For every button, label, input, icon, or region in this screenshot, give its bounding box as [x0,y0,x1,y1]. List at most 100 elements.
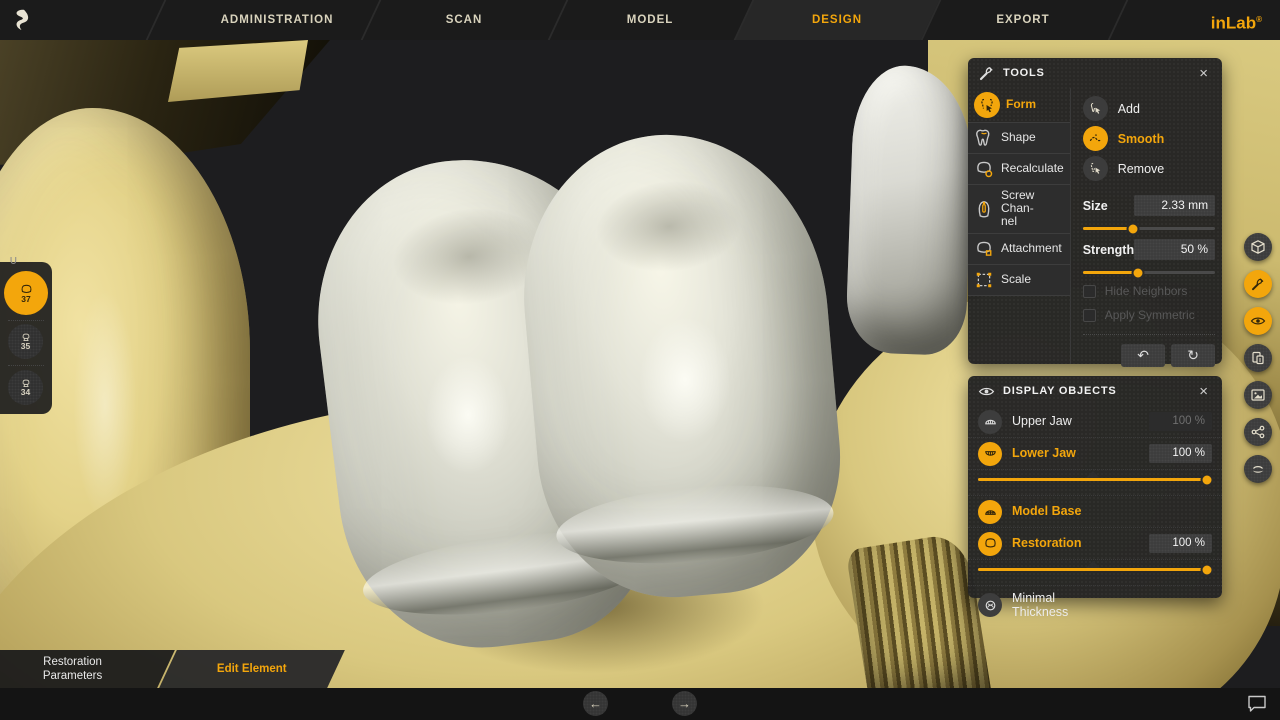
eye-icon [978,383,995,400]
top-navigation-bar: ADMINISTRATION SCAN MODEL DESIGN EXPORT … [0,0,1280,40]
chat-button[interactable] [1246,694,1268,714]
checkbox [1083,285,1096,298]
slider-notch [1086,561,1100,568]
divider [1083,334,1215,335]
mode-label: Smooth [1118,132,1165,146]
display-item-restoration[interactable]: Restoration 100 % [968,528,1222,560]
hide-neighbors-option: Hide Neighbors [1083,284,1215,298]
jaw-articulation-icon [1250,461,1266,477]
connections-button[interactable] [1244,418,1272,446]
display-item-label: Restoration [1012,536,1149,550]
apply-symmetric-option: Apply Symmetric [1083,308,1215,322]
jaw-articulation-button[interactable] [1244,455,1272,483]
nav-tab-design[interactable]: DESIGN [747,0,927,40]
chat-bubble-icon [1246,694,1268,714]
close-icon[interactable]: × [1195,64,1212,83]
tooth-number: 35 [21,341,30,351]
tab-label: Edit Element [217,662,287,676]
restoration-slider-handle[interactable] [1201,563,1214,576]
specular-highlight [408,330,528,500]
image-icon [1250,387,1266,403]
display-item-model-base[interactable]: Model Base [968,496,1222,528]
tab-edit-element[interactable]: Edit Element [159,650,345,688]
tool-category-screw-channel[interactable]: Screw Chan- nel [968,185,1070,234]
option-label: Hide Neighbors [1105,284,1188,298]
nav-tab-administration[interactable]: ADMINISTRATION [187,0,367,40]
tab-restoration-parameters[interactable]: Restoration Parameters [0,650,175,688]
tooth-button-37[interactable]: 37 [4,271,48,315]
slider-fill [1083,227,1133,230]
tool-options: Add Smooth Remove [1071,88,1227,364]
minimal-thickness-icon [978,593,1002,617]
tool-category-scale[interactable]: Scale [968,265,1070,296]
restoration-opacity-slider-row [968,568,1222,586]
case-documents-button[interactable] [1244,344,1272,372]
undo-button[interactable]: ↶ [1121,344,1165,367]
screw-channel-tool-icon [974,199,994,219]
tool-category-list: Form Shape Recalculate [968,88,1071,364]
display-item-label: Lower Jaw [1012,446,1149,460]
display-item-upper-jaw[interactable]: Upper Jaw 100 % [968,406,1222,438]
panel-title: TOOLS [1003,67,1195,79]
image-view-button[interactable] [1244,381,1272,409]
tools-icon [978,65,995,82]
lower-jaw-slider-handle[interactable] [1201,473,1214,486]
slider-fill [978,478,1207,481]
mode-smooth[interactable]: Smooth [1083,126,1215,151]
mode-label: Remove [1118,162,1165,176]
tool-category-shape[interactable]: Shape [968,123,1070,154]
restoration-opacity-slider[interactable] [978,568,1212,571]
strength-slider[interactable] [1083,271,1215,274]
size-slider[interactable] [1083,227,1215,230]
model-base-icon [978,500,1002,524]
size-slider-block: Size 2.33 mm [1083,195,1215,230]
remove-mode-icon [1083,156,1108,181]
next-step-button[interactable]: → [672,691,697,716]
lower-jaw-opacity-field[interactable]: 100 % [1149,444,1212,463]
size-value-field[interactable]: 2.33 mm [1134,195,1215,216]
display-objects-toggle-button[interactable] [1244,307,1272,335]
tool-category-label: Form [1006,98,1036,111]
restoration-opacity-field[interactable]: 100 % [1149,534,1212,553]
tool-category-form[interactable]: Form [968,88,1070,122]
view-cube-icon [1250,239,1266,255]
close-icon[interactable]: × [1195,382,1212,401]
nav-tab-scan[interactable]: SCAN [374,0,554,40]
tools-toggle-button[interactable] [1244,270,1272,298]
divider [8,320,44,321]
upper-jaw-opacity-field[interactable]: 100 % [1149,412,1212,431]
tool-category-attachment[interactable]: Attachment [968,234,1070,265]
size-label: Size [1083,199,1108,213]
nav-tab-model[interactable]: MODEL [560,0,740,40]
view-cube-button[interactable] [1244,233,1272,261]
size-slider-handle[interactable] [1127,222,1140,235]
mode-add[interactable]: Add [1083,96,1215,121]
display-panel-header: DISPLAY OBJECTS × [968,376,1222,406]
tool-category-label: Screw Chan- nel [1001,189,1064,229]
tooth-selector-panel: 37 35 34 [0,262,52,414]
previous-step-button[interactable]: ← [583,691,608,716]
nav-divider [144,0,168,40]
display-objects-panel: DISPLAY OBJECTS × Upper Jaw 100 % Lower … [968,376,1222,598]
shape-tool-icon [974,128,994,148]
nav-tab-export[interactable]: EXPORT [933,0,1113,40]
tab-label: Restoration Parameters [43,655,102,684]
tools-panel: TOOLS × Form [968,58,1222,364]
strength-value-field[interactable]: 50 % [1134,239,1215,260]
brand-logo-text: inLab® [1211,0,1262,40]
tooth-button-34[interactable]: 34 [8,370,43,405]
tool-category-label: Recalculate [1001,162,1064,175]
specular-highlight [620,290,750,470]
mode-remove[interactable]: Remove [1083,156,1215,181]
lower-jaw-opacity-slider[interactable] [978,478,1212,481]
display-item-label: Model Base [1012,504,1212,518]
tool-category-recalculate[interactable]: Recalculate [968,154,1070,185]
lower-jaw-indicator-icon: ∪ [9,253,18,267]
redo-button[interactable]: ↻ [1171,344,1215,367]
display-item-minimal-thickness[interactable]: Minimal Thickness [968,586,1222,624]
connections-icon [1250,424,1266,440]
tooth-button-35[interactable]: 35 [8,324,43,359]
display-item-lower-jaw[interactable]: Lower Jaw 100 % [968,438,1222,470]
strength-slider-handle[interactable] [1132,266,1145,279]
inlab-app: { "colors": { "accent": "#F3A60C", "nav_… [0,0,1280,720]
